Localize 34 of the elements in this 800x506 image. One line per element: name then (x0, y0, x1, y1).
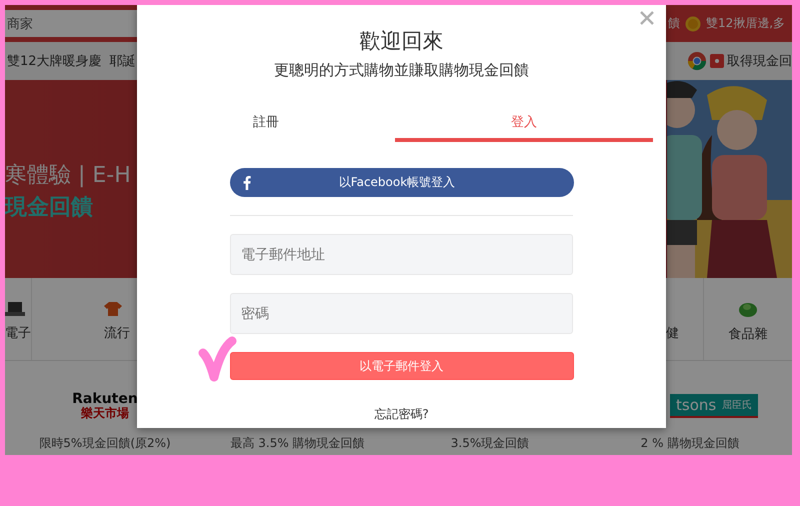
password-field[interactable]: 密碼 (230, 293, 573, 334)
browser-icon (687, 51, 707, 71)
category-label[interactable]: 電子 (5, 324, 31, 342)
close-button[interactable] (638, 9, 656, 27)
category-label[interactable]: 健 (666, 324, 679, 342)
shirt-icon (104, 302, 122, 316)
tab[interactable]: 註冊 (137, 105, 395, 142)
badge-icon (710, 54, 724, 68)
banner-text: 寒體驗 | E-H (5, 162, 131, 190)
laptop-icon (5, 302, 25, 316)
nav-item[interactable]: 耶誕 (110, 52, 136, 70)
facebook-login-button[interactable]: 以Facebook帳號登入 (230, 168, 574, 197)
extension-link[interactable]: 取得現金回 (727, 52, 792, 70)
close-icon (640, 11, 654, 25)
store-logo[interactable]: tsons 屈臣氏 (670, 394, 758, 418)
vegetable-icon (739, 301, 757, 317)
category-label[interactable]: 流行 (104, 324, 130, 342)
dialog-subtitle: 更聰明的方式購物並賺取購物現金回饋 (274, 61, 529, 80)
header-link[interactable]: 饋 (668, 15, 680, 32)
nav-item[interactable]: 雙12大牌暖身慶 (7, 52, 102, 70)
offer-text: 2 % 購物現金回饋 (640, 435, 740, 452)
offer-text: 3.5%現金回饋 (450, 435, 530, 452)
offer-text: 限時5%現金回饋(原2%) (39, 435, 171, 452)
email-login-button[interactable]: 以電子郵件登入 (230, 352, 574, 380)
offer-text: 最高 3.5% 購物現金回饋 (230, 435, 365, 452)
header-link[interactable]: 雙12揪厝邊,多 (706, 15, 786, 32)
facebook-icon (242, 176, 250, 190)
store-logo[interactable]: Rakuten 樂天市場 (72, 392, 138, 420)
dialog-title: 歡迎回來 (360, 28, 444, 55)
category-label[interactable]: 食品雜 (728, 325, 768, 343)
coin-icon (685, 16, 701, 32)
email-field[interactable]: 電子郵件地址 (230, 234, 573, 275)
forgot-password-link[interactable]: 忘記密碼? (374, 406, 429, 423)
tab[interactable]: 登入 (395, 105, 653, 142)
